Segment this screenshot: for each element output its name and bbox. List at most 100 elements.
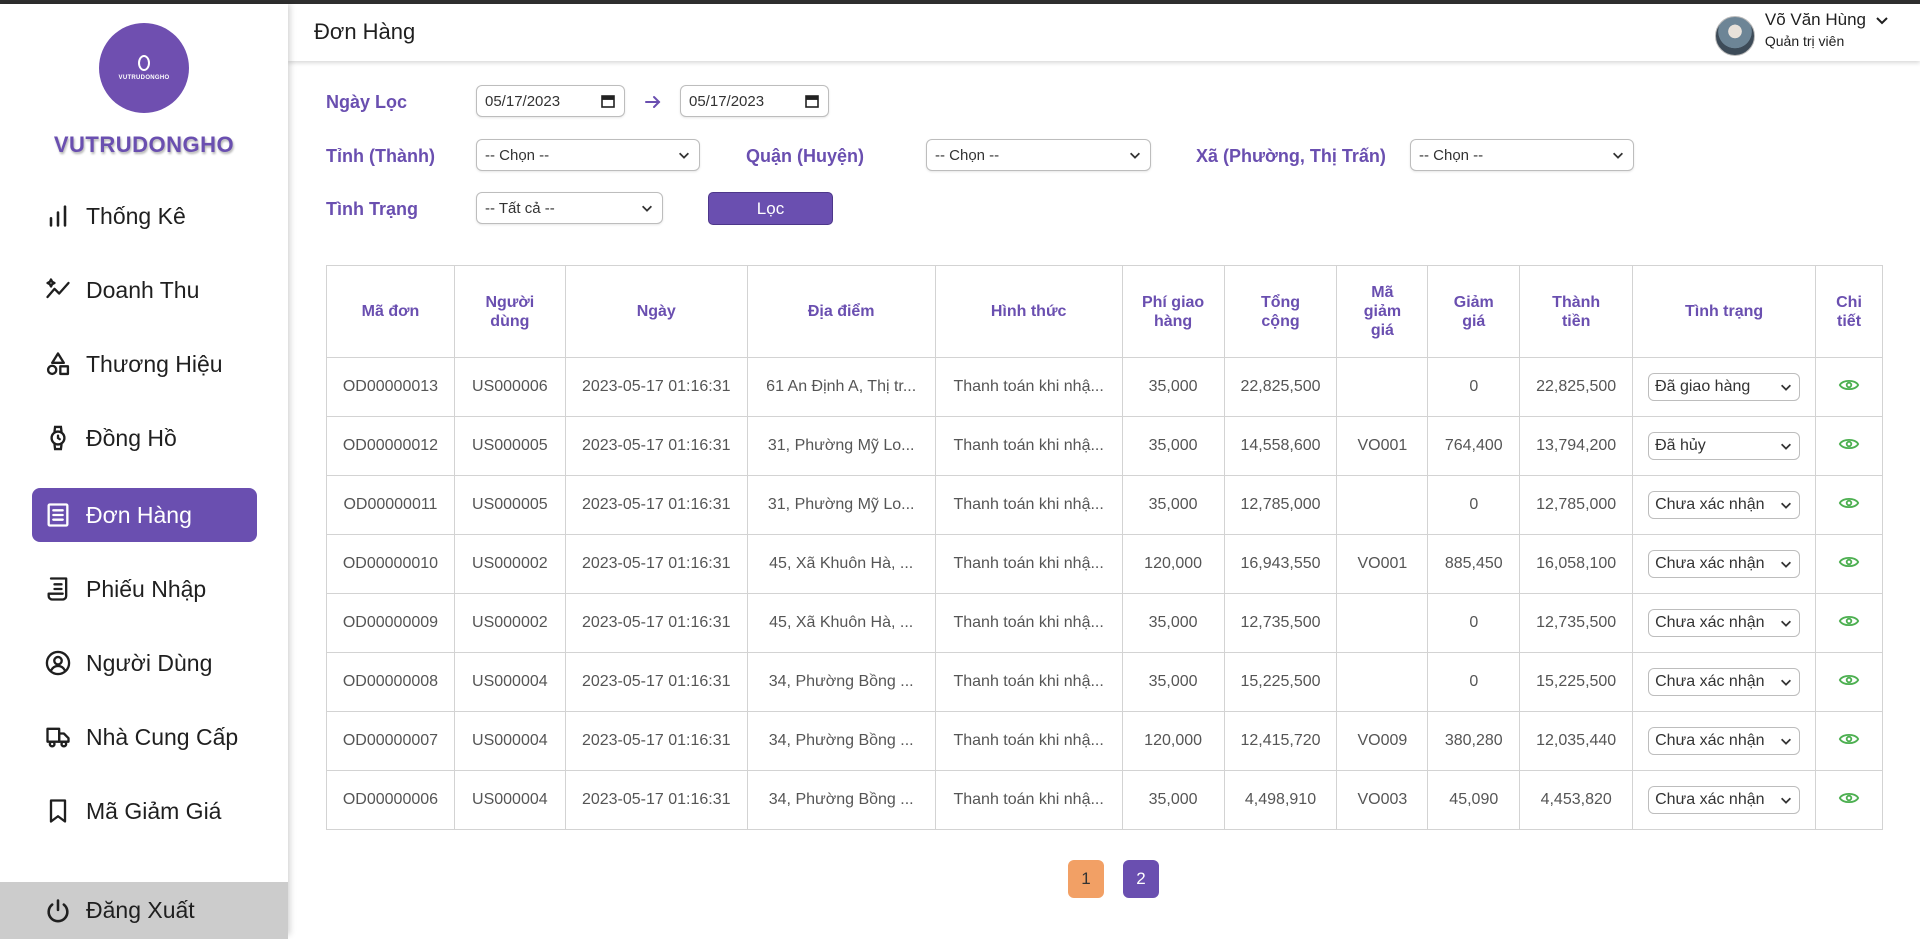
brand-logo[interactable]: VUTRUDONGHO bbox=[99, 23, 189, 113]
col-header-location[interactable]: Địa điểm bbox=[746, 265, 936, 358]
table-row[interactable]: OD00000009 US000002 2023-05-17 01:16:31 45,… bbox=[326, 593, 1883, 653]
table-row[interactable]: OD00000011 US000005 2023-05-17 01:16:31 31,… bbox=[326, 475, 1883, 535]
sidebar-item-thuong-hieu[interactable]: Thương Hiệu bbox=[32, 337, 257, 391]
page-button-1[interactable]: 1 bbox=[1068, 860, 1104, 898]
col-header-final-amount[interactable]: Thành tiền bbox=[1519, 265, 1634, 358]
status-select-value: Chưa xác nhận bbox=[1655, 614, 1765, 631]
chevron-down-icon bbox=[1613, 152, 1623, 159]
sidebar-item-thong-ke[interactable]: Thống Kê bbox=[32, 189, 257, 243]
ward-select[interactable]: -- Chọn -- bbox=[1410, 139, 1634, 171]
col-header-voucher[interactable]: Mã giảm giá bbox=[1336, 265, 1429, 358]
chevron-down-icon bbox=[1781, 384, 1792, 391]
location-cell: 45, Xã Khuôn Hà, ... bbox=[746, 534, 936, 594]
col-header-discount[interactable]: Giảm giá bbox=[1427, 265, 1521, 358]
detail-cell bbox=[1815, 593, 1883, 653]
sidebar-item-label: Đơn Hàng bbox=[86, 501, 192, 528]
status-select[interactable]: Chưa xác nhận bbox=[1648, 668, 1801, 696]
payment-method-cell: Thanh toán khi nhậ... bbox=[934, 652, 1123, 712]
total-cell: 15,225,500 bbox=[1223, 652, 1338, 712]
table-row[interactable]: OD00000008 US000004 2023-05-17 01:16:31 34,… bbox=[326, 652, 1883, 712]
sidebar-item-doanh-thu[interactable]: Doanh Thu bbox=[32, 263, 257, 317]
calendar-icon[interactable] bbox=[804, 93, 820, 109]
sidebar-item-dong-ho[interactable]: Đồng Hồ bbox=[32, 411, 257, 465]
page-button-2[interactable]: 2 bbox=[1123, 860, 1159, 898]
col-header-total[interactable]: Tổng cộng bbox=[1223, 265, 1338, 358]
shipping-fee-cell: 35,000 bbox=[1121, 652, 1225, 712]
status-select[interactable]: Chưa xác nhận bbox=[1648, 727, 1801, 755]
voucher-cell: VO009 bbox=[1336, 711, 1429, 771]
bookmark-icon bbox=[49, 799, 67, 823]
shapes-icon bbox=[46, 352, 70, 376]
status-cell: Chưa xác nhận bbox=[1632, 770, 1817, 830]
sidebar-item-ma-giam-gia[interactable]: Mã Giảm Giá bbox=[32, 784, 257, 838]
status-cell: Chưa xác nhận bbox=[1632, 711, 1817, 771]
user-menu[interactable]: Võ Văn Hùng Quản trị viên bbox=[1714, 10, 1890, 56]
status-filter-select[interactable]: -- Tất cả -- bbox=[476, 192, 663, 224]
district-select[interactable]: -- Chọn -- bbox=[926, 139, 1151, 171]
eye-icon[interactable] bbox=[1838, 433, 1860, 455]
table-row[interactable]: OD00000007 US000004 2023-05-17 01:16:31 34,… bbox=[326, 711, 1883, 771]
district-select-value: -- Chọn -- bbox=[935, 146, 1000, 164]
calendar-icon[interactable] bbox=[600, 93, 616, 109]
status-select[interactable]: Chưa xác nhận bbox=[1648, 550, 1801, 578]
discount-cell: 764,400 bbox=[1427, 416, 1521, 476]
payment-method-cell: Thanh toán khi nhậ... bbox=[934, 711, 1123, 771]
avatar[interactable] bbox=[1714, 16, 1755, 56]
detail-cell bbox=[1815, 711, 1883, 771]
status-select-value: Chưa xác nhận bbox=[1655, 496, 1765, 513]
bar-chart-icon bbox=[49, 205, 67, 227]
table-row[interactable]: OD00000006 US000004 2023-05-17 01:16:31 34,… bbox=[326, 770, 1883, 830]
col-header-date[interactable]: Ngày bbox=[564, 265, 748, 358]
status-select[interactable]: Chưa xác nhận bbox=[1648, 609, 1801, 637]
sidebar-item-nha-cung-cap[interactable]: Nhà Cung Cấp bbox=[32, 710, 257, 764]
date-cell: 2023-05-17 01:16:31 bbox=[564, 770, 748, 830]
chevron-down-icon bbox=[642, 205, 652, 212]
discount-cell: 0 bbox=[1427, 652, 1521, 712]
date-to-input[interactable]: 05/17/2023 bbox=[680, 85, 829, 117]
eye-icon[interactable] bbox=[1838, 669, 1860, 691]
date-to-value: 05/17/2023 bbox=[689, 92, 765, 110]
detail-cell bbox=[1815, 416, 1883, 476]
col-header-payment-method[interactable]: Hình thức bbox=[934, 265, 1123, 358]
date-cell: 2023-05-17 01:16:31 bbox=[564, 357, 748, 417]
voucher-cell: VO001 bbox=[1336, 534, 1429, 594]
total-cell: 14,558,600 bbox=[1223, 416, 1338, 476]
eye-icon[interactable] bbox=[1838, 787, 1860, 809]
table-row[interactable]: OD00000012 US000005 2023-05-17 01:16:31 31,… bbox=[326, 416, 1883, 476]
date-from-input[interactable]: 05/17/2023 bbox=[476, 85, 625, 117]
detail-cell bbox=[1815, 652, 1883, 712]
date-cell: 2023-05-17 01:16:31 bbox=[564, 711, 748, 771]
sidebar-item-nguoi-dung[interactable]: Người Dùng bbox=[32, 636, 257, 690]
col-header-discount-label: Giảm giá bbox=[1453, 293, 1494, 330]
table-row[interactable]: OD00000010 US000002 2023-05-17 01:16:31 45,… bbox=[326, 534, 1883, 594]
eye-icon[interactable] bbox=[1838, 374, 1860, 396]
final-amount-cell: 16,058,100 bbox=[1519, 534, 1634, 594]
logout-button[interactable]: Đăng Xuất bbox=[0, 882, 288, 939]
eye-icon[interactable] bbox=[1838, 492, 1860, 514]
col-header-detail[interactable]: Chi tiết bbox=[1815, 265, 1883, 358]
eye-icon[interactable] bbox=[1838, 728, 1860, 750]
status-select[interactable]: Chưa xác nhận bbox=[1648, 786, 1801, 814]
chevron-down-icon[interactable] bbox=[1874, 12, 1890, 28]
shipping-fee-cell: 35,000 bbox=[1121, 475, 1225, 535]
arrow-right-icon bbox=[645, 96, 661, 108]
col-header-order-id[interactable]: Mã đơn bbox=[326, 265, 455, 358]
filter-button[interactable]: Lọc bbox=[708, 192, 833, 225]
col-header-status[interactable]: Tình trạng bbox=[1632, 265, 1817, 358]
col-header-user[interactable]: Người dùng bbox=[453, 265, 566, 358]
payment-method-cell: Thanh toán khi nhậ... bbox=[934, 593, 1123, 653]
location-cell: 34, Phường Bồng ... bbox=[746, 652, 936, 712]
status-select[interactable]: Đã giao hàng bbox=[1648, 373, 1801, 401]
payment-method-cell: Thanh toán khi nhậ... bbox=[934, 357, 1123, 417]
sidebar-item-phieu-nhap[interactable]: Phiếu Nhập bbox=[32, 562, 257, 616]
eye-icon[interactable] bbox=[1838, 551, 1860, 573]
col-header-user-label: Người dùng bbox=[485, 293, 535, 330]
eye-icon[interactable] bbox=[1838, 610, 1860, 632]
table-row[interactable]: OD00000013 US000006 2023-05-17 01:16:31 61 … bbox=[326, 357, 1883, 417]
sidebar-item-don-hang[interactable]: Đơn Hàng bbox=[32, 488, 257, 542]
status-select[interactable]: Đã hủy bbox=[1648, 432, 1801, 460]
status-select-value: Chưa xác nhận bbox=[1655, 791, 1765, 808]
status-select[interactable]: Chưa xác nhận bbox=[1648, 491, 1801, 519]
col-header-shipping-fee[interactable]: Phí giao hàng bbox=[1121, 265, 1225, 358]
province-select[interactable]: -- Chọn -- bbox=[476, 139, 700, 171]
